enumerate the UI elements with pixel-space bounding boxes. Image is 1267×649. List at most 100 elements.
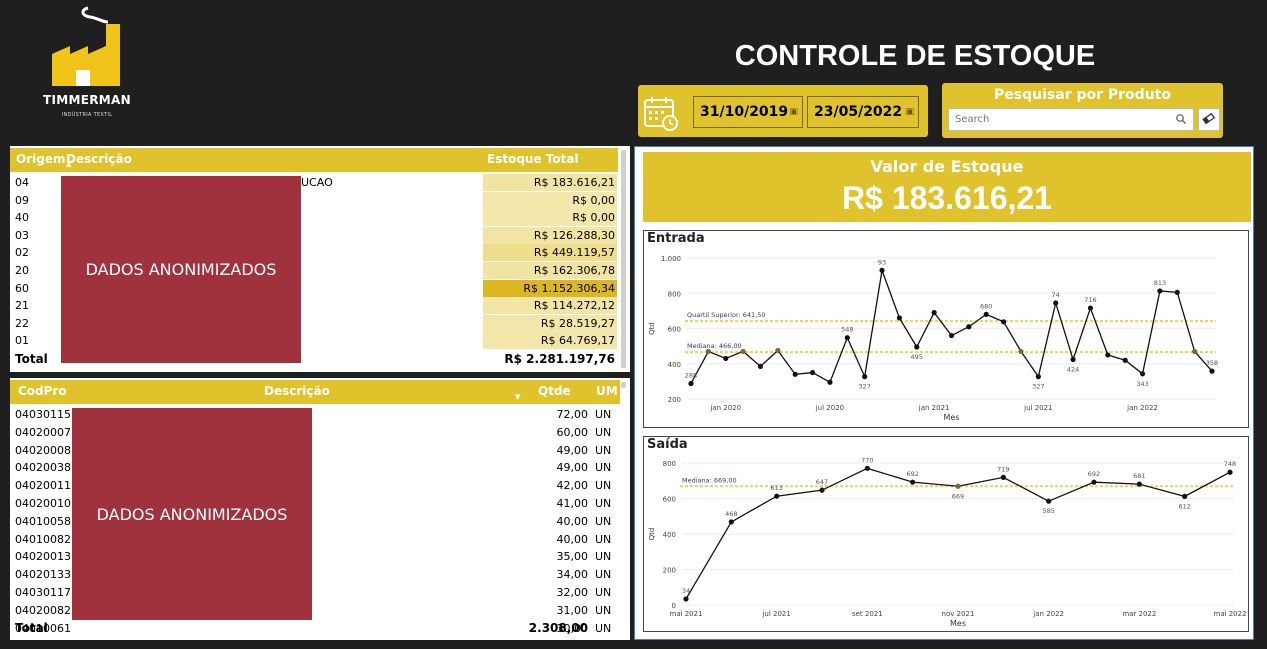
data-point[interactable] <box>1227 469 1233 475</box>
product-table-scrollbar[interactable] <box>621 382 626 388</box>
data-point[interactable] <box>1157 288 1163 294</box>
data-label: 692 <box>906 470 918 478</box>
data-point[interactable] <box>931 310 937 316</box>
data-point[interactable] <box>1046 498 1052 504</box>
search-input[interactable] <box>949 109 1181 130</box>
data-point[interactable] <box>1122 357 1128 363</box>
data-point[interactable] <box>1209 368 1215 374</box>
data-point[interactable] <box>1136 481 1142 487</box>
clear-search-button[interactable] <box>1198 108 1220 131</box>
data-point[interactable] <box>910 479 916 485</box>
data-point[interactable] <box>914 344 920 350</box>
data-point[interactable] <box>862 374 868 380</box>
x-tick-label: mai 2022 <box>1213 610 1246 618</box>
data-point[interactable] <box>896 315 902 321</box>
origem-cell: 20 <box>15 264 29 277</box>
entrada-chart[interactable]: Entrada 200 400 600 800 1.000 jan 2020 jul 202… <box>643 230 1249 428</box>
data-point[interactable] <box>1035 374 1041 380</box>
start-date-input[interactable]: 31/10/2019 ▣ <box>693 96 803 128</box>
data-point[interactable] <box>966 324 972 330</box>
data-point[interactable] <box>683 596 689 602</box>
codpro-cell: 04020007 <box>15 425 71 439</box>
sort-asc-icon[interactable]: ▲ <box>66 160 71 168</box>
col-header-origem[interactable]: Origem <box>16 152 65 166</box>
end-date-input[interactable]: 23/05/2022 ▣ <box>807 96 919 128</box>
data-point[interactable] <box>728 519 734 525</box>
data-point[interactable] <box>757 363 764 369</box>
product-table-header: CodPro Descrição Qtde UM ▼ <box>10 380 620 404</box>
data-label: 548 <box>841 326 853 334</box>
y-axis-label: Qtd <box>648 322 656 335</box>
data-point[interactable] <box>955 483 961 489</box>
redacted-block: DADOS ANONIMIZADOS <box>61 176 301 363</box>
data-point[interactable] <box>983 311 989 317</box>
data-point[interactable] <box>1070 356 1076 363</box>
origem-cell: 01 <box>15 334 29 348</box>
saida-chart[interactable]: Saída 0 200 400 600 800 mai 2021 jul 2021 set 2… <box>643 436 1249 632</box>
data-point[interactable] <box>774 493 780 499</box>
data-label: 680 <box>980 302 992 310</box>
start-date-picker-icon[interactable]: ▣ <box>789 97 798 127</box>
data-point[interactable] <box>844 335 850 341</box>
search-field[interactable] <box>948 108 1194 131</box>
data-point[interactable] <box>948 332 955 339</box>
data-point[interactable] <box>809 369 816 376</box>
logo-subtitle: INDÚSTRIA TEXTIL <box>61 112 113 118</box>
data-point[interactable] <box>819 487 825 493</box>
product-table: CodPro Descrição Qtde UM ▼ 04030115 72,00… <box>10 378 630 640</box>
data-point[interactable] <box>1087 305 1094 311</box>
data-point[interactable] <box>723 355 729 362</box>
col-header-qtde[interactable]: Qtde <box>538 384 571 398</box>
entrada-chart-svg: 200 400 600 800 1.000 jan 2020 jul 2020 jan 202… <box>648 255 1218 422</box>
data-point[interactable] <box>1174 289 1180 295</box>
chart-title: Entrada <box>647 231 705 246</box>
estoque-cell: R$ 162.306,78 <box>483 262 617 279</box>
data-label: 748 <box>1224 460 1236 468</box>
data-point[interactable] <box>792 371 798 377</box>
data-point[interactable] <box>705 348 711 355</box>
col-header-estoque-total[interactable]: Estoque Total <box>487 152 579 166</box>
col-header-descricao[interactable]: Descrição <box>264 384 330 398</box>
data-point[interactable] <box>1105 352 1111 358</box>
data-point[interactable] <box>1182 493 1188 499</box>
codpro-cell: 04020013 <box>15 550 71 564</box>
end-date-picker-icon[interactable]: ▣ <box>905 97 914 127</box>
data-point[interactable] <box>1091 479 1097 485</box>
data-point[interactable] <box>879 267 885 273</box>
data-point[interactable] <box>740 348 746 355</box>
stock-table-scrollbar[interactable] <box>621 150 626 368</box>
estoque-cell: R$ 114.272,12 <box>483 297 617 315</box>
data-point[interactable] <box>1001 319 1007 325</box>
col-header-codpro[interactable]: CodPro <box>18 384 67 398</box>
data-point[interactable] <box>1000 474 1006 480</box>
codpro-cell: 04030115 <box>15 408 71 421</box>
codpro-cell: 04020008 <box>15 443 71 457</box>
col-header-descricao[interactable]: Descrição <box>66 152 132 166</box>
data-point[interactable] <box>1018 348 1024 355</box>
search-icon[interactable] <box>1175 113 1187 125</box>
sort-desc-icon[interactable]: ▼ <box>515 393 520 401</box>
col-header-um[interactable]: UM <box>596 384 618 398</box>
y-tick-label: 400 <box>668 361 681 369</box>
data-point[interactable] <box>1053 300 1059 306</box>
um-cell: UN <box>595 621 612 635</box>
data-label: 692 <box>1088 470 1100 478</box>
origem-cell: 03 <box>15 228 29 242</box>
y-tick-label: 0 <box>672 602 676 610</box>
y-tick-label: 200 <box>668 396 681 404</box>
data-point[interactable] <box>1192 348 1198 355</box>
page-title: CONTROLE DE ESTOQUE <box>734 40 1096 72</box>
data-point[interactable] <box>775 347 781 354</box>
data-point[interactable] <box>688 380 694 387</box>
estoque-cell: R$ 0,00 <box>483 191 617 209</box>
um-cell: UN <box>595 568 612 582</box>
data-point[interactable] <box>827 379 833 385</box>
estoque-cell: R$ 64.769,17 <box>483 332 617 350</box>
qtde-cell: 60,00 <box>556 425 589 439</box>
data-label: 74 <box>1052 291 1060 299</box>
data-point[interactable] <box>1139 371 1146 377</box>
um-cell: UN <box>595 532 612 546</box>
qtde-cell: 35,00 <box>556 550 589 564</box>
search-title: Pesquisar por Produto <box>994 87 1171 103</box>
data-point[interactable] <box>864 465 870 471</box>
